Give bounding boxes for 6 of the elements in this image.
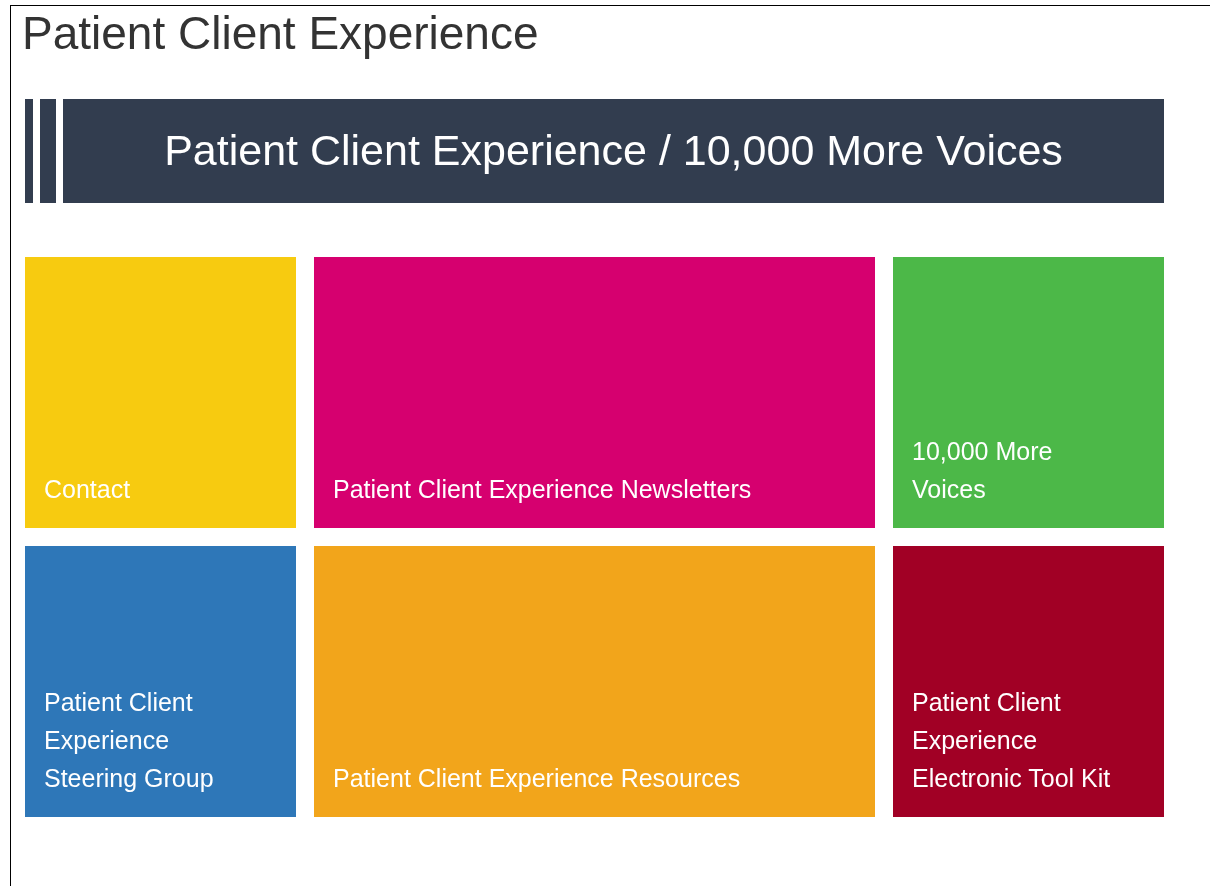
tile-link[interactable]: Patient Client Experience Electronic Tool Kit bbox=[893, 545, 1164, 817]
page-title: Patient Client Experience bbox=[22, 8, 539, 59]
banner-title: Patient Client Experience / 10,000 More Voices bbox=[164, 125, 1063, 177]
tile-link[interactable]: 10,000 More Voices bbox=[893, 256, 1164, 528]
tile-link[interactable]: Patient Client Experience Steering Group bbox=[25, 545, 296, 817]
tile-link[interactable]: Patient Client Experience Newsletters bbox=[314, 256, 875, 528]
